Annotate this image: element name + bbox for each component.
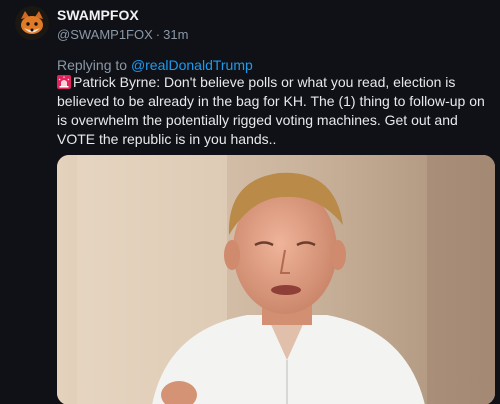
- fox-avatar-icon: [15, 6, 49, 40]
- author-handle[interactable]: @SWAMP1FOX: [57, 27, 153, 42]
- meta-separator: ·: [155, 27, 161, 42]
- speaker-image: [57, 155, 495, 404]
- author-display-name[interactable]: SWAMPFOX: [57, 6, 188, 24]
- police-siren-icon: [57, 75, 71, 89]
- post-card: SWAMPFOX @SWAMP1FOX · 31m Replying to @rea…: [0, 0, 500, 404]
- post-body: Patrick Byrne: Don't believe polls or wh…: [57, 73, 497, 149]
- avatar[interactable]: [15, 6, 49, 40]
- author-block: SWAMPFOX @SWAMP1FOX · 31m: [57, 6, 188, 43]
- author-meta: @SWAMP1FOX · 31m: [57, 26, 188, 43]
- reply-mention-link[interactable]: @realDonaldTrump: [131, 57, 253, 73]
- post-text: Patrick Byrne: Don't believe polls or wh…: [57, 74, 485, 147]
- reply-context: Replying to @realDonaldTrump: [57, 56, 253, 74]
- video-thumbnail[interactable]: [57, 155, 495, 404]
- reply-prefix: Replying to: [57, 57, 128, 73]
- post-timestamp[interactable]: 31m: [163, 27, 188, 42]
